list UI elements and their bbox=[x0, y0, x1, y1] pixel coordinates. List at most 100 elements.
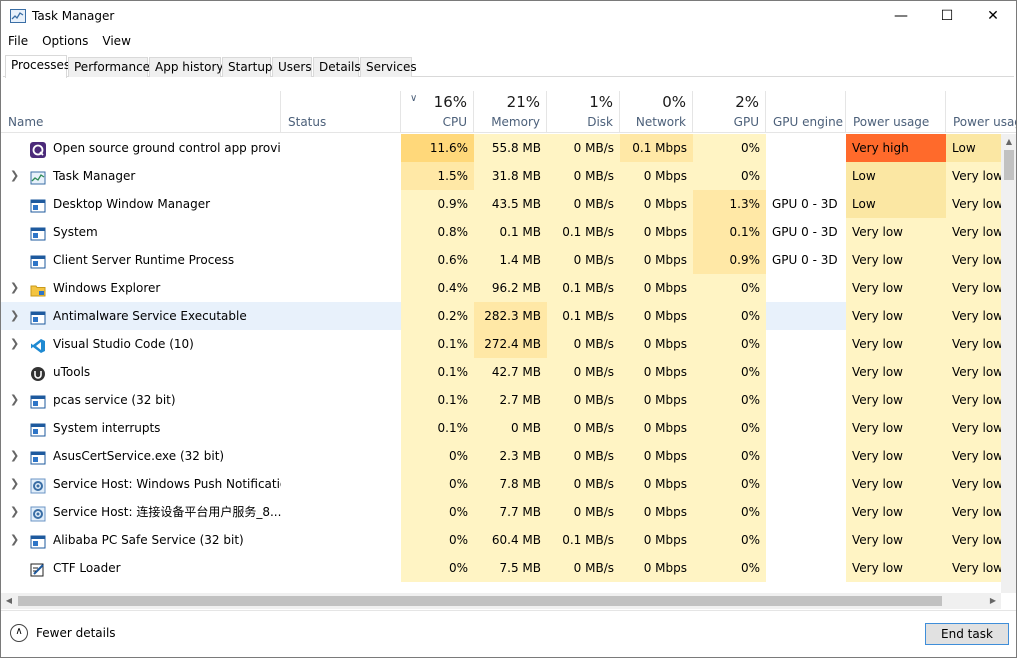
process-name: CTF Loader bbox=[53, 561, 121, 575]
cpu-cell: 0.1% bbox=[401, 330, 474, 358]
gpu-cell: 0% bbox=[693, 274, 766, 302]
process-row[interactable]: ❯ Visual Studio Code (10) 0.1% 272.4 MB 0 MB… bbox=[1, 330, 1001, 358]
header-gpu-engine[interactable]: GPU engine bbox=[766, 91, 846, 133]
status-cell bbox=[281, 162, 401, 190]
header-power-usage[interactable]: Power usage bbox=[846, 91, 946, 133]
process-row[interactable]: CTF Loader 0% 7.5 MB 0 MB/s 0 Mbps 0% Very low… bbox=[1, 554, 1001, 582]
process-row[interactable]: ❯ Windows Explorer 0.4% 96.2 MB 0.1 MB/s 0 Mb… bbox=[1, 274, 1001, 302]
minimize-button[interactable]: — bbox=[878, 1, 924, 31]
name-cell: ❯ AsusCertService.exe (32 bit) bbox=[1, 442, 281, 470]
tab-performance[interactable]: Performance bbox=[68, 57, 150, 77]
cpu-cell: 0.1% bbox=[401, 386, 474, 414]
tab-details[interactable]: Details bbox=[313, 57, 361, 77]
process-name: Task Manager bbox=[53, 169, 136, 183]
power-usage-trend-cell: Very low bbox=[946, 190, 1001, 218]
qgc-icon bbox=[30, 140, 46, 158]
scroll-right-arrow-icon[interactable]: ▶ bbox=[985, 593, 1001, 609]
cpu-cell: 0.6% bbox=[401, 246, 474, 274]
header-power-usage-trend-label: Power usag bbox=[953, 115, 1017, 129]
header-cpu[interactable]: ∨ 16% CPU bbox=[401, 91, 474, 133]
chevron-right-icon[interactable]: ❯ bbox=[10, 442, 19, 470]
chevron-right-icon[interactable]: ❯ bbox=[10, 470, 19, 498]
tab-users[interactable]: Users bbox=[272, 57, 312, 77]
power-usage-trend-cell: Very low bbox=[946, 246, 1001, 274]
scroll-up-arrow-icon[interactable]: ▲ bbox=[1001, 134, 1016, 150]
header-status[interactable]: Status bbox=[281, 91, 401, 133]
process-name: System interrupts bbox=[53, 421, 161, 435]
name-cell: ❯ Service Host: 连接设备平台用户服务_8... bbox=[1, 498, 281, 526]
tab-services[interactable]: Services bbox=[360, 57, 417, 77]
status-cell bbox=[281, 134, 401, 162]
scroll-left-arrow-icon[interactable]: ◀ bbox=[1, 593, 17, 609]
footer: ∧ Fewer details End task bbox=[1, 610, 1016, 657]
vertical-scrollbar[interactable]: ▲ bbox=[1001, 134, 1016, 593]
process-row[interactable]: System interrupts 0.1% 0 MB 0 MB/s 0 Mbps 0% V… bbox=[1, 414, 1001, 442]
tab-processes[interactable]: Processes bbox=[5, 55, 70, 78]
power-usage-cell: Low bbox=[846, 190, 946, 218]
process-row[interactable]: System 0.8% 0.1 MB 0.1 MB/s 0 Mbps 0.1% GPU 0 … bbox=[1, 218, 1001, 246]
gpu-cell: 0% bbox=[693, 134, 766, 162]
power-usage-cell: Very low bbox=[846, 386, 946, 414]
header-disk[interactable]: 1% Disk bbox=[547, 91, 620, 133]
chevron-right-icon[interactable]: ❯ bbox=[10, 526, 19, 554]
gpu-engine-cell: GPU 0 - 3D bbox=[772, 225, 838, 239]
process-row[interactable]: ❯ Task Manager 1.5% 31.8 MB 0 MB/s 0 Mbps 0% Lo… bbox=[1, 162, 1001, 190]
power-usage-trend-cell: Very low bbox=[946, 218, 1001, 246]
vertical-scroll-thumb[interactable] bbox=[1004, 150, 1014, 180]
process-row[interactable]: Open source ground control app provid...… bbox=[1, 134, 1001, 162]
header-memory[interactable]: 21% Memory bbox=[474, 91, 547, 133]
process-row[interactable]: ❯ Antimalware Service Executable 0.2% 282.3… bbox=[1, 302, 1001, 330]
tab-startup[interactable]: Startup bbox=[222, 57, 273, 77]
header-gpu[interactable]: 2% GPU bbox=[693, 91, 766, 133]
chevron-right-icon[interactable]: ❯ bbox=[10, 302, 19, 330]
power-usage-cell: Low bbox=[846, 162, 946, 190]
disk-cell: 0.1 MB/s bbox=[547, 218, 620, 246]
horizontal-scroll-thumb[interactable] bbox=[18, 596, 942, 606]
gpu-engine-cell bbox=[766, 358, 846, 386]
disk-cell: 0 MB/s bbox=[547, 330, 620, 358]
process-row[interactable]: ❯ pcas service (32 bit) 0.1% 2.7 MB 0 MB/s 0 … bbox=[1, 386, 1001, 414]
window-icon bbox=[30, 308, 46, 325]
cpu-cell: 0% bbox=[401, 470, 474, 498]
window-icon bbox=[30, 532, 46, 549]
menu-options[interactable]: Options bbox=[35, 32, 95, 52]
chevron-right-icon[interactable]: ❯ bbox=[10, 274, 19, 302]
cpu-cell: 0% bbox=[401, 442, 474, 470]
process-row[interactable]: uTools 0.1% 42.7 MB 0 MB/s 0 Mbps 0% Very low V… bbox=[1, 358, 1001, 386]
power-usage-trend-cell: Low bbox=[946, 134, 1001, 162]
end-task-button[interactable]: End task bbox=[925, 623, 1009, 645]
gpu-cell: 0% bbox=[693, 302, 766, 330]
fewer-details-link[interactable]: Fewer details bbox=[36, 626, 116, 640]
horizontal-scrollbar[interactable]: ◀ ▶ bbox=[1, 593, 1001, 609]
header-power-usage-trend[interactable]: Power usag bbox=[946, 91, 1016, 133]
memory-cell: 7.8 MB bbox=[474, 470, 547, 498]
utools-icon bbox=[30, 364, 46, 381]
maximize-button[interactable]: ☐ bbox=[924, 1, 970, 31]
gpu-engine-cell: GPU 0 - 3D bbox=[772, 253, 838, 267]
power-usage-trend-cell: Very low bbox=[946, 162, 1001, 190]
process-row[interactable]: Desktop Window Manager 0.9% 43.5 MB 0 MB/s 0… bbox=[1, 190, 1001, 218]
header-network[interactable]: 0% Network bbox=[620, 91, 693, 133]
tab-app-history[interactable]: App history bbox=[149, 57, 224, 77]
cpu-cell: 0% bbox=[401, 498, 474, 526]
status-cell bbox=[281, 498, 401, 526]
process-row[interactable]: ❯ AsusCertService.exe (32 bit) 0% 2.3 MB 0 M… bbox=[1, 442, 1001, 470]
close-button[interactable]: ✕ bbox=[970, 1, 1016, 31]
process-name: uTools bbox=[53, 365, 91, 379]
process-row[interactable]: ❯ Alibaba PC Safe Service (32 bit) 0% 60.4 … bbox=[1, 526, 1001, 554]
header-name[interactable]: Name bbox=[1, 91, 281, 133]
menu-view[interactable]: View bbox=[95, 32, 137, 52]
chevron-right-icon[interactable]: ❯ bbox=[10, 498, 19, 526]
header-disk-label: Disk bbox=[587, 115, 613, 129]
power-usage-cell: Very low bbox=[846, 274, 946, 302]
process-row[interactable]: Client Server Runtime Process 0.6% 1.4 MB 0… bbox=[1, 246, 1001, 274]
window-icon bbox=[30, 252, 46, 269]
gpu-engine-cell bbox=[766, 414, 846, 442]
chevron-up-icon[interactable]: ∧ bbox=[10, 624, 28, 642]
process-row[interactable]: ❯ Service Host: Windows Push Notificatio.… bbox=[1, 470, 1001, 498]
menu-file[interactable]: File bbox=[1, 32, 35, 52]
chevron-right-icon[interactable]: ❯ bbox=[10, 162, 19, 190]
process-row[interactable]: ❯ Service Host: 连接设备平台用户服务_8... 0% 7.7 MB 0 … bbox=[1, 498, 1001, 526]
chevron-right-icon[interactable]: ❯ bbox=[10, 386, 19, 414]
chevron-right-icon[interactable]: ❯ bbox=[10, 330, 19, 358]
